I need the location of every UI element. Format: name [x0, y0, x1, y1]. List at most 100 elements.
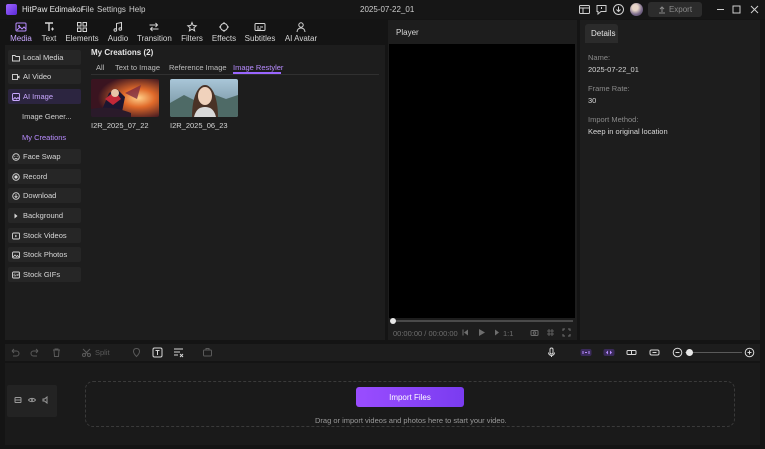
player-screen[interactable]: [389, 44, 575, 318]
subtab-all[interactable]: All: [96, 63, 104, 72]
import-files-button[interactable]: Import Files: [356, 387, 464, 407]
detail-frame-rate-label: Frame Rate:: [588, 84, 630, 93]
sidebar-item-ai-video[interactable]: AI Video: [8, 69, 81, 84]
download-icon: [12, 191, 20, 200]
detail-name-value: 2025-07-22_01: [588, 65, 639, 74]
creation-label-2: I2R_2025_06_23: [170, 121, 228, 130]
record-icon: [12, 172, 20, 181]
text-template-icon[interactable]: [152, 347, 163, 358]
zoom-in-icon[interactable]: [744, 347, 755, 358]
undo-icon[interactable]: [9, 347, 20, 358]
elements-icon: [76, 21, 88, 33]
background-icon: [12, 212, 20, 220]
sidebar-item-stock-photos[interactable]: Stock Photos: [8, 247, 81, 262]
zoom-slider-track[interactable]: [685, 352, 742, 353]
crop-icon[interactable]: [202, 347, 213, 358]
track-lock-icon[interactable]: [14, 396, 22, 404]
snapshot-icon[interactable]: [530, 328, 539, 337]
link-icon[interactable]: [603, 347, 615, 358]
ai-avatar-icon: [295, 21, 307, 33]
auto-subtitle-icon[interactable]: [173, 347, 184, 358]
tab-elements[interactable]: Elements: [65, 21, 99, 43]
player-scrub-track[interactable]: [393, 320, 573, 322]
aspect-ratio-label[interactable]: 1:1: [503, 329, 513, 338]
zoom-out-icon[interactable]: [672, 347, 683, 358]
menu-settings[interactable]: Settings: [97, 5, 126, 14]
detail-import-method-label: Import Method:: [588, 115, 639, 124]
player-total-time: 00:00:00: [428, 329, 458, 338]
delete-icon[interactable]: [51, 347, 62, 358]
previous-frame-icon[interactable]: [461, 328, 470, 337]
project-title: 2025-07-22_01: [360, 5, 415, 14]
magnet-snap-icon[interactable]: [580, 347, 592, 358]
creation-label-1: I2R_2025_07_22: [91, 121, 149, 130]
grid-icon[interactable]: [546, 328, 555, 337]
minimize-icon[interactable]: [714, 3, 727, 16]
subtab-reference-image[interactable]: Reference Image: [169, 63, 227, 72]
detail-frame-rate-value: 30: [588, 96, 597, 105]
stock-photos-icon: [12, 251, 20, 259]
media-icon: [15, 21, 27, 33]
aspect-ratio-icon[interactable]: [493, 328, 502, 337]
tab-transition[interactable]: Transition: [137, 21, 172, 43]
export-button[interactable]: Export: [648, 2, 702, 17]
feedback-icon[interactable]: [595, 3, 608, 16]
menu-help[interactable]: Help: [129, 5, 145, 14]
sidebar-item-face-swap[interactable]: Face Swap: [8, 149, 81, 164]
fit-timeline-icon[interactable]: [626, 347, 637, 358]
export-label: Export: [668, 5, 693, 14]
player-scrub-handle[interactable]: [390, 318, 396, 324]
transition-icon: [148, 21, 160, 33]
menu-file[interactable]: File: [81, 5, 94, 14]
sidebar-item-local-media[interactable]: Local Media: [8, 50, 81, 65]
subtitles-icon: [254, 21, 266, 33]
sidebar-item-background[interactable]: Background: [8, 208, 81, 223]
sidebar-subitem-my-creations[interactable]: My Creations: [8, 130, 81, 145]
creation-thumbnail-1[interactable]: [91, 79, 159, 117]
redo-icon[interactable]: [30, 347, 41, 358]
tab-effects[interactable]: Effects: [207, 21, 241, 43]
face-swap-icon: [12, 152, 20, 161]
subtab-image-restyler[interactable]: Image Restyler: [233, 63, 283, 72]
sidebar-item-ai-image[interactable]: AI Image: [8, 89, 81, 104]
user-avatar[interactable]: [630, 3, 643, 16]
text-icon: [43, 21, 55, 33]
effects-icon: [218, 21, 230, 33]
track-visibility-icon[interactable]: [28, 396, 36, 404]
split-icon[interactable]: [81, 347, 92, 358]
layout-icon[interactable]: [578, 3, 591, 16]
close-icon[interactable]: [748, 3, 761, 16]
stock-videos-icon: [12, 232, 20, 240]
track-mute-icon[interactable]: [42, 396, 50, 404]
zoom-slider-handle[interactable]: [686, 349, 693, 356]
subtab-text-to-image[interactable]: Text to Image: [115, 63, 160, 72]
tab-audio[interactable]: Audio: [101, 21, 135, 43]
track-height-icon[interactable]: [649, 347, 660, 358]
tab-text[interactable]: Text: [32, 21, 66, 43]
drop-hint: Drag or import videos and photos here to…: [315, 416, 507, 425]
sidebar-item-download[interactable]: Download: [8, 188, 81, 203]
app-logo-icon: [6, 4, 17, 15]
tab-filters[interactable]: Filters: [175, 21, 209, 43]
sidebar-subitem-image-generator[interactable]: Image Gener...: [8, 109, 81, 124]
sidebar-item-stock-videos[interactable]: Stock Videos: [8, 228, 81, 243]
split-label[interactable]: Split: [95, 348, 110, 357]
export-icon: [658, 5, 666, 14]
play-icon[interactable]: [477, 328, 486, 337]
creation-thumbnail-2[interactable]: [170, 79, 238, 117]
tab-subtitles[interactable]: Subtitles: [243, 21, 277, 43]
tab-ai-avatar[interactable]: AI Avatar: [284, 21, 318, 43]
sidebar-item-stock-gifs[interactable]: Stock GIFs: [8, 267, 81, 282]
stock-gifs-icon: [12, 271, 20, 279]
subtab-active-indicator: [233, 72, 281, 74]
download-status-icon[interactable]: [612, 3, 625, 16]
marker-icon[interactable]: [131, 347, 142, 358]
microphone-icon[interactable]: [546, 347, 557, 358]
fullscreen-icon[interactable]: [562, 328, 571, 337]
maximize-icon[interactable]: [730, 3, 743, 16]
player-current-time: 00:00:00: [393, 329, 423, 338]
sidebar-item-record[interactable]: Record: [8, 169, 81, 184]
ai-image-icon: [12, 92, 20, 101]
player-title: Player: [396, 28, 419, 37]
ai-video-icon: [12, 73, 20, 81]
